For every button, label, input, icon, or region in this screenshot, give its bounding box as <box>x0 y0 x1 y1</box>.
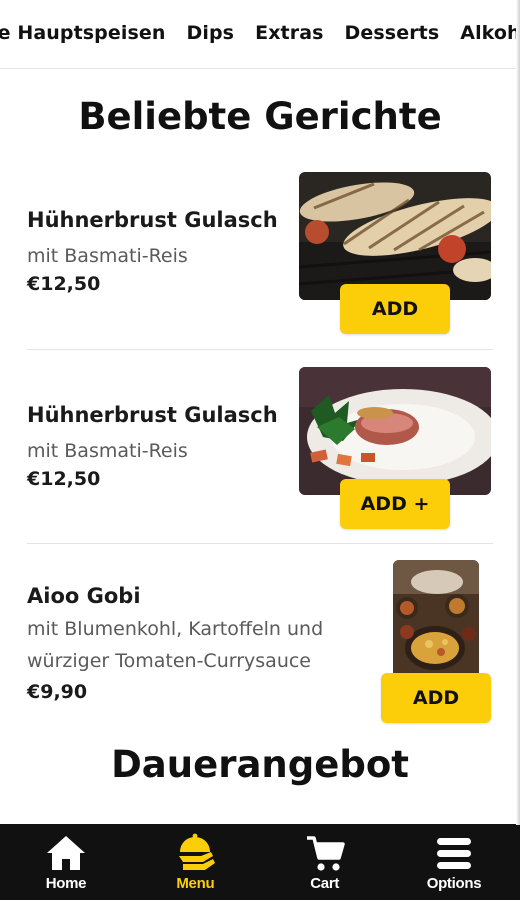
nav-menu[interactable]: Menu <box>143 824 247 900</box>
home-icon <box>47 836 85 870</box>
category-bar[interactable]: he Hauptspeisen Dips Extras Desserts Alk… <box>0 0 520 69</box>
curry-spread-image <box>393 560 479 678</box>
dish-name: Hühnerbrust Gulasch <box>27 403 278 427</box>
dish-price: €12,50 <box>27 468 101 490</box>
cart-icon <box>306 836 345 871</box>
add-with-options-button[interactable]: ADD + <box>340 479 450 529</box>
category-track: he Hauptspeisen Dips Extras Desserts Alk… <box>0 22 520 44</box>
category-hauptspeisen[interactable]: he Hauptspeisen <box>0 22 166 44</box>
dish-image-curry-spread[interactable] <box>393 560 479 678</box>
bottom-navigation: Home Menu Cart Options <box>0 824 520 900</box>
add-button[interactable]: ADD <box>381 673 491 723</box>
nav-options[interactable]: Options <box>402 824 506 900</box>
dish-name: Hühnerbrust Gulasch <box>27 208 278 232</box>
category-desserts[interactable]: Desserts <box>345 22 440 44</box>
dish-image-plated-meat[interactable] <box>299 367 491 495</box>
nav-options-label: Options <box>426 875 482 892</box>
nav-home-label: Home <box>45 875 87 892</box>
plated-meat-image <box>299 367 491 495</box>
food-service-icon <box>179 833 216 870</box>
nav-menu-label: Menu <box>176 875 215 892</box>
section-title-popular: Beliebte Gerichte <box>78 95 442 138</box>
dish-card: Aioo Gobi mit Blumenkohl, Kartoffeln und… <box>27 560 493 740</box>
category-extras[interactable]: Extras <box>255 22 323 44</box>
dish-description: mit Blumenkohl, Kartoffeln und würziger … <box>27 618 324 672</box>
dish-card: Hühnerbrust Gulasch mit Basmati-Reis €12… <box>27 365 493 545</box>
nav-cart[interactable]: Cart <box>273 824 377 900</box>
hamburger-menu-icon <box>436 838 471 869</box>
menu-page: he Hauptspeisen Dips Extras Desserts Alk… <box>0 0 520 900</box>
divider <box>27 543 493 544</box>
dish-card: Hühnerbrust Gulasch mit Basmati-Reis €12… <box>27 170 493 350</box>
dish-price: €9,90 <box>27 681 88 703</box>
nav-home[interactable]: Home <box>14 824 118 900</box>
category-dips[interactable]: Dips <box>187 22 235 44</box>
dish-description: mit Basmati-Reis <box>27 245 188 267</box>
dish-image-grilled-chicken[interactable] <box>299 172 491 300</box>
nav-cart-label: Cart <box>310 875 340 892</box>
dish-price: €12,50 <box>27 273 101 295</box>
divider <box>27 349 493 350</box>
add-button[interactable]: ADD <box>340 284 450 334</box>
dish-name: Aioo Gobi <box>27 584 141 608</box>
category-alkohol[interactable]: Alkoh <box>460 22 520 44</box>
section-title-permanent: Dauerangebot <box>111 743 409 786</box>
dish-description: mit Basmati-Reis <box>27 440 188 462</box>
grilled-chicken-image <box>299 172 491 300</box>
